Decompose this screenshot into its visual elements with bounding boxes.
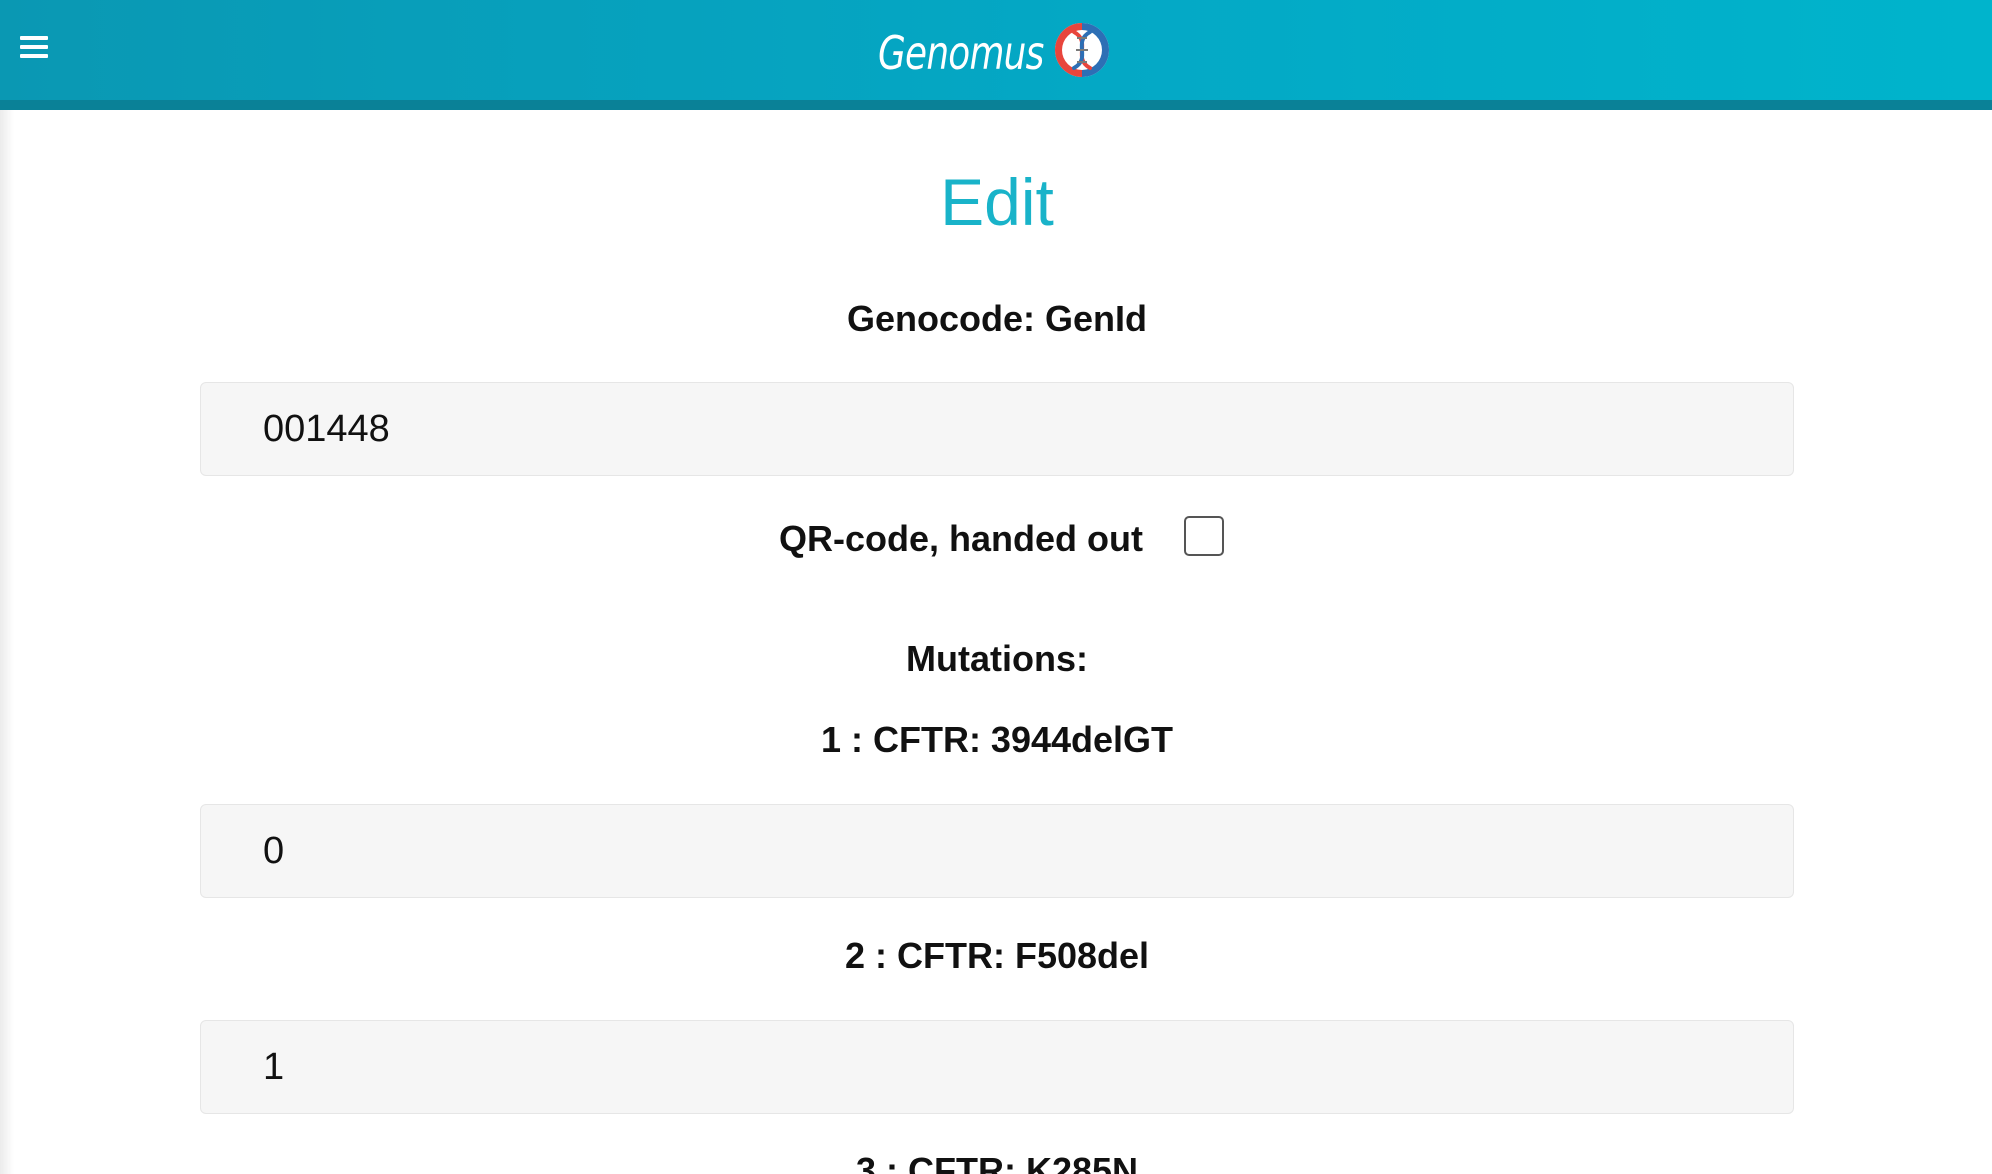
qr-code-row: QR-code, handed out	[200, 510, 1794, 570]
mutations-heading: Mutations:	[906, 638, 1088, 679]
qr-code-checkbox[interactable]	[1184, 516, 1224, 556]
hamburger-menu-icon[interactable]	[18, 34, 50, 60]
top-app-bar-border	[0, 100, 1992, 110]
mutation-2-label: 2 : CFTR: F508del	[844, 935, 1150, 976]
genocode-field[interactable]: 001448	[200, 382, 1794, 476]
genocode-label: Genocode: GenId	[846, 298, 1148, 339]
app-root: Genomus Edit Genocode: GenId 001448 QR-c…	[0, 0, 1992, 1174]
brand-name: Genomus	[878, 26, 1044, 80]
page-title: Edit	[940, 165, 1054, 239]
top-app-bar: Genomus	[0, 0, 1992, 110]
brand[interactable]: Genomus	[878, 18, 1118, 82]
qr-code-label: QR-code, handed out	[779, 518, 1143, 559]
mutation-2-field[interactable]: 1	[200, 1020, 1794, 1114]
mutation-1-field[interactable]: 0	[200, 804, 1794, 898]
menu-line	[20, 54, 48, 58]
drawer-edge-shadow	[0, 110, 14, 1174]
mutation-3-label: 3 : CFTR: K285N	[855, 1150, 1139, 1174]
mutation-1-label: 1 : CFTR: 3944delGT	[820, 719, 1174, 760]
menu-line	[20, 36, 48, 40]
menu-line	[20, 45, 48, 49]
dna-helix-icon	[1055, 23, 1109, 77]
